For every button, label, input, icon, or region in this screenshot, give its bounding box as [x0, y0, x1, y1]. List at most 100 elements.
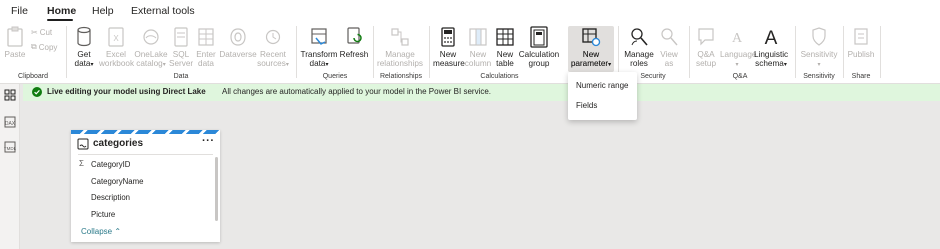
card-title: categories	[93, 138, 144, 149]
menu-item-fields[interactable]: Fields	[576, 101, 597, 110]
group-separator	[880, 26, 881, 78]
table-card-categories[interactable]: categories ··· Σ CategoryID CategoryName…	[71, 130, 220, 242]
field-description[interactable]: Description	[91, 193, 130, 202]
tab-external-tools[interactable]: External tools	[131, 5, 195, 17]
qa-setup-label-1: Q&A	[697, 50, 715, 59]
linguistic-schema-button[interactable]: A Linguistic schema▾	[754, 26, 788, 70]
get-data-label-1: Get	[77, 50, 91, 59]
enter-label-1: Enter	[196, 50, 216, 59]
view-as-button[interactable]: View as	[656, 26, 682, 68]
group-separator	[373, 26, 374, 78]
new-column-label-1: New	[469, 50, 487, 59]
excel-workbook-button[interactable]: X Excel workbook	[99, 26, 135, 68]
new-parameter-button-active[interactable]: New parameter▾	[568, 26, 614, 70]
ribbon: Paste ✂ Cut ⧉ Copy Clipboard Get data▾ X…	[0, 22, 940, 84]
language-button[interactable]: A Language ▾	[720, 26, 756, 70]
field-picture[interactable]: Picture	[91, 210, 115, 219]
chevron-down-icon: ▾	[325, 62, 329, 68]
refresh-label: Refresh	[339, 50, 369, 59]
calc-group-label-1: Calculation	[518, 50, 560, 59]
paste-label: Paste	[4, 50, 26, 59]
get-data-button[interactable]: Get data▾	[70, 26, 98, 70]
cut-button[interactable]: ✂ Cut	[31, 28, 52, 37]
copy-label: Copy	[38, 42, 58, 52]
qa-setup-icon	[698, 28, 714, 46]
database-icon	[77, 26, 91, 47]
dataverse-button[interactable]: Dataverse	[219, 26, 257, 59]
group-label-relationships: Relationships	[379, 73, 423, 80]
manage-relationships-button[interactable]: Manage relationships	[376, 26, 424, 68]
field-categoryid[interactable]: CategoryID	[91, 160, 130, 169]
manage-roles-label-1: Manage	[624, 50, 654, 59]
calculation-group-button[interactable]: Calculation group	[518, 26, 560, 68]
manage-rel-label-2: relationships	[377, 59, 423, 68]
menu-item-numeric-range[interactable]: Numeric range	[576, 81, 628, 90]
sql-server-icon	[174, 27, 188, 47]
sensitivity-button[interactable]: Sensitivity ▾	[799, 26, 839, 70]
relationships-icon	[391, 28, 409, 46]
tab-home[interactable]: Home	[47, 5, 76, 17]
chevron-down-icon: ▾	[285, 62, 289, 68]
svg-text:DAX: DAX	[5, 121, 16, 127]
onelake-catalog-button[interactable]: OneLake catalog▾	[134, 26, 168, 70]
paste-button[interactable]: Paste	[4, 26, 26, 59]
group-separator	[618, 26, 619, 78]
calc-group-label-2: group	[528, 59, 550, 68]
enter-label-2: data	[198, 59, 214, 68]
field-categoryname[interactable]: CategoryName	[91, 177, 143, 186]
sensitivity-label: Sensitivity	[800, 50, 838, 59]
linguistic-label-1: Linguistic	[754, 50, 789, 59]
manage-roles-button[interactable]: Manage roles	[623, 26, 655, 68]
card-divider	[78, 154, 213, 155]
tab-file[interactable]: File	[11, 5, 28, 17]
transform-label-1: Transform	[300, 50, 338, 59]
refresh-button[interactable]: Refresh	[339, 26, 369, 59]
card-scrollbar[interactable]	[215, 157, 218, 221]
calculator-icon	[441, 27, 455, 47]
banner-title: Live editing your model using Direct Lak…	[47, 87, 206, 96]
group-label-qa: Q&A	[732, 73, 748, 80]
more-options-icon[interactable]: ···	[202, 135, 215, 147]
group-label-calculations: Calculations	[480, 73, 519, 80]
new-parameter-label-1: New	[582, 50, 600, 59]
dax-query-view-icon[interactable]: DAX	[4, 116, 16, 128]
group-label-clipboard: Clipboard	[18, 73, 48, 80]
table-icon	[198, 28, 214, 46]
onelake-icon	[143, 29, 159, 45]
sigma-icon: Σ	[79, 159, 84, 168]
group-separator	[296, 26, 297, 78]
tab-help[interactable]: Help	[92, 5, 114, 17]
collapse-link[interactable]: Collapse ⌃	[81, 227, 121, 236]
sql-server-button[interactable]: SQL Server	[169, 26, 193, 68]
group-label-queries: Queries	[322, 73, 348, 80]
new-column-button[interactable]: New column	[464, 26, 492, 68]
group-label-data: Data	[173, 73, 189, 80]
direct-lake-banner: Live editing your model using Direct Lak…	[23, 84, 940, 101]
sql-label-2: Server	[169, 59, 194, 68]
recent-sources-button[interactable]: Recent sources▾	[257, 26, 289, 70]
group-label-sensitivity: Sensitivity	[803, 73, 835, 80]
new-parameter-dropdown: Numeric range Fields	[568, 72, 637, 120]
banner-message: All changes are automatically applied to…	[222, 87, 492, 96]
publish-icon	[854, 28, 868, 45]
chevron-up-icon: ⌃	[114, 227, 122, 236]
chevron-down-icon: ▾	[735, 62, 739, 68]
sql-label-1: SQL	[172, 50, 190, 59]
new-table-button[interactable]: New table	[493, 26, 517, 68]
tmdl-view-icon[interactable]: TMDL	[4, 141, 16, 153]
copy-button[interactable]: ⧉ Copy	[31, 42, 57, 52]
excel-label-2: workbook	[99, 59, 135, 68]
model-view-icon[interactable]	[4, 89, 16, 101]
enter-data-button[interactable]: Enter data	[194, 26, 218, 68]
scissors-icon: ✂	[31, 28, 38, 37]
view-as-label-2: as	[664, 59, 674, 68]
publish-button[interactable]: Publish	[846, 26, 876, 59]
manage-roles-label-2: roles	[630, 59, 648, 68]
get-data-label-2: data	[74, 59, 91, 68]
menu-bar: File Home Help External tools	[0, 0, 940, 22]
transform-data-button[interactable]: Transform data▾	[300, 26, 338, 70]
onelake-label-2: catalog	[136, 59, 163, 68]
qa-setup-button[interactable]: Q&A setup	[693, 26, 719, 68]
new-measure-button[interactable]: New measure	[433, 26, 465, 68]
language-icon: A	[732, 31, 743, 46]
